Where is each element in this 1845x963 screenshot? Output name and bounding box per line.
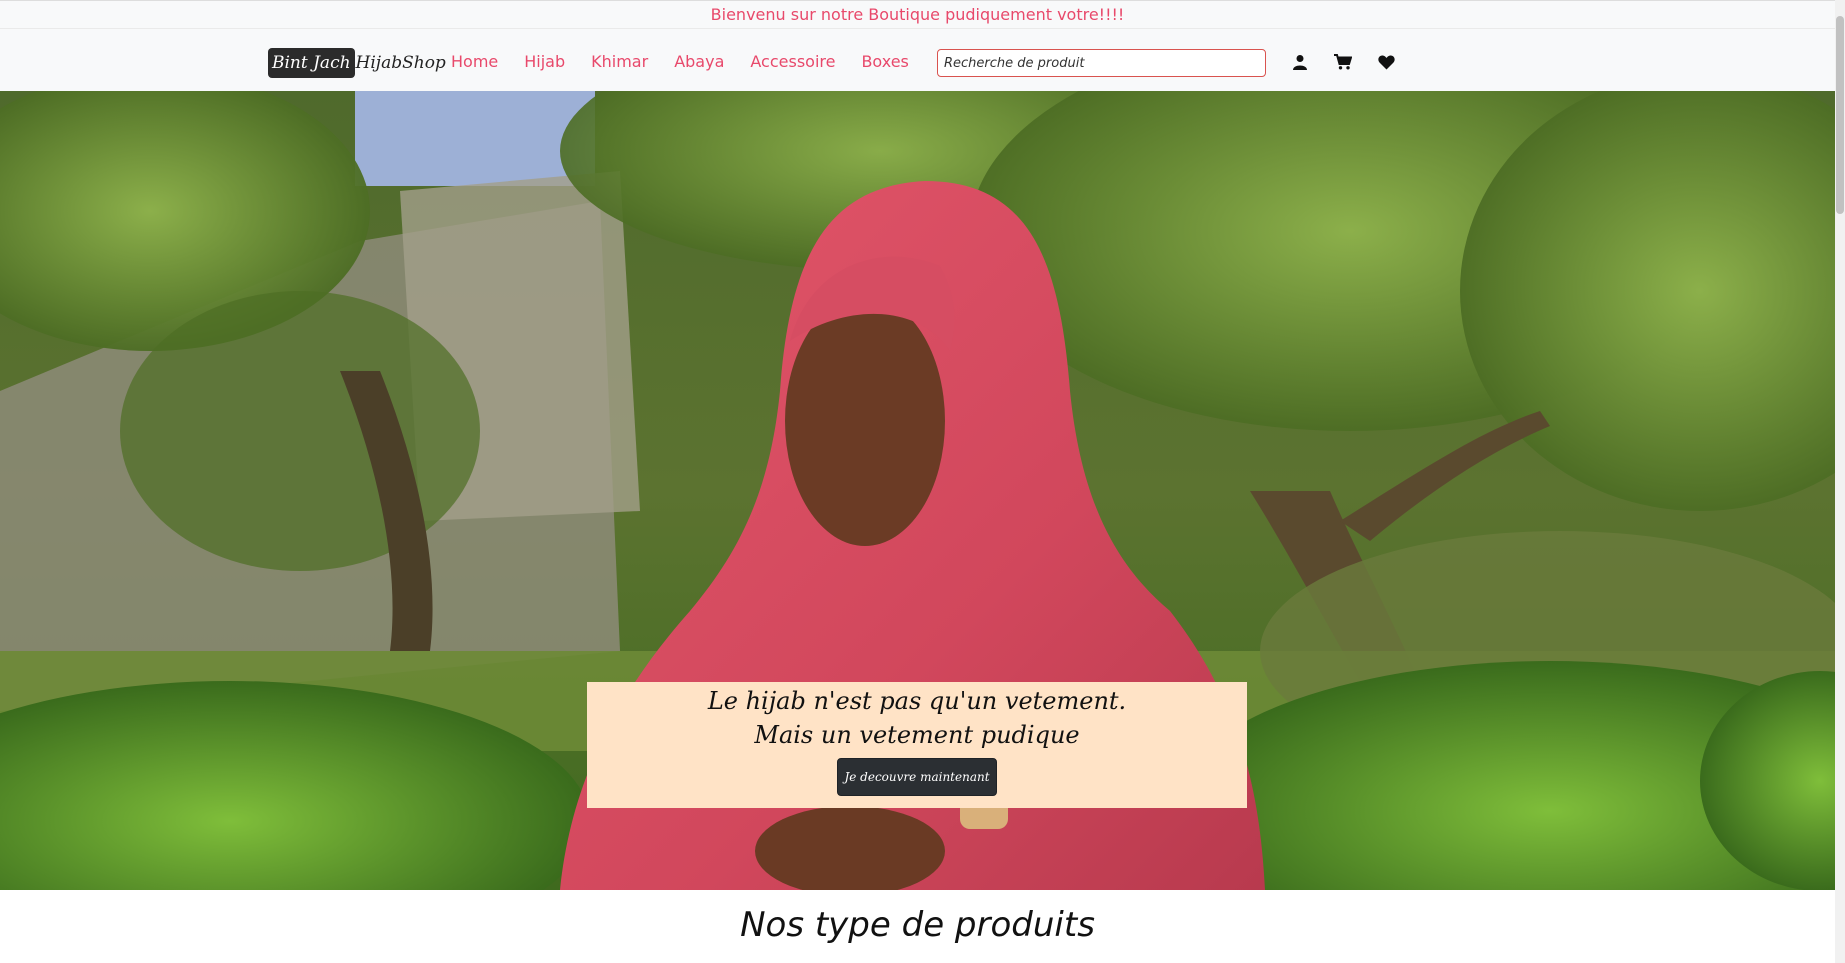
hero-caption: Le hijab n'est pas qu'un vetement. Mais … — [587, 682, 1247, 808]
discover-now-button[interactable]: Je decouvre maintenant — [837, 758, 997, 796]
nav-link-abaya[interactable]: Abaya — [674, 52, 724, 71]
user-icon[interactable] — [1290, 52, 1310, 72]
nav-link-khimar[interactable]: Khimar — [591, 52, 648, 71]
announcement-text: Bienvenu sur notre Boutique pudiquement … — [710, 5, 1125, 24]
nav-link-home[interactable]: Home — [451, 52, 498, 71]
brand-name-part2: HijabShop — [355, 52, 446, 73]
nav-links: Home Hijab Khimar Abaya Accessoire Boxes — [451, 47, 935, 75]
navbar: Bint Jach HijabShop Home Hijab Khimar Ab… — [0, 28, 1835, 91]
nav-link-accessoire[interactable]: Accessoire — [750, 52, 835, 71]
section-title: Nos type de produits — [740, 905, 1095, 945]
cart-icon[interactable] — [1333, 52, 1353, 72]
brand-logo[interactable]: Bint Jach HijabShop — [268, 47, 446, 78]
hero-tagline-line2: Mais un vetement pudique — [754, 721, 1080, 749]
heart-icon[interactable] — [1376, 52, 1396, 72]
search-input[interactable] — [937, 49, 1266, 77]
hero-banner: Le hijab n'est pas qu'un vetement. Mais … — [0, 91, 1835, 890]
nav-link-hijab[interactable]: Hijab — [524, 52, 565, 71]
announcement-bar: Bienvenu sur notre Boutique pudiquement … — [0, 0, 1835, 28]
header-icons — [1290, 52, 1419, 72]
hero-tagline-line1: Le hijab n'est pas qu'un vetement. — [707, 687, 1127, 715]
scrollbar-thumb[interactable] — [1836, 16, 1844, 214]
brand-name-part1: Bint Jach — [268, 47, 355, 78]
nav-link-boxes[interactable]: Boxes — [861, 52, 908, 71]
page-scrollbar[interactable] — [1835, 0, 1845, 963]
